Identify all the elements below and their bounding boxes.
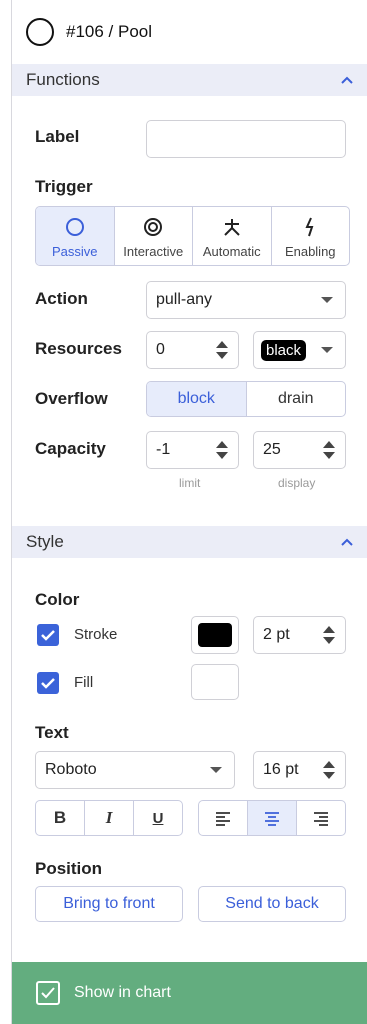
italic-button[interactable]: I	[85, 801, 134, 835]
show-in-chart-label: Show in chart	[74, 984, 171, 1001]
overflow-block-option[interactable]: block	[147, 382, 247, 416]
chevron-up-icon[interactable]	[339, 534, 355, 550]
underline-button[interactable]: U	[134, 801, 182, 835]
color-heading: Color	[35, 590, 80, 609]
capacity-limit-stepper[interactable]: -1	[146, 431, 239, 469]
resource-color-badge: black	[261, 339, 307, 361]
spinner-arrows-icon[interactable]	[323, 761, 335, 779]
fill-label: Fill	[74, 674, 94, 691]
capacity-display-hint: display	[278, 476, 316, 490]
style-section-header[interactable]: Style	[12, 526, 367, 558]
chevron-up-icon[interactable]	[339, 72, 355, 88]
functions-section-header[interactable]: Functions	[12, 64, 367, 96]
stroke-checkbox[interactable]	[37, 624, 59, 646]
send-to-back-button[interactable]: Send to back	[198, 886, 346, 922]
capacity-limit-hint: limit	[179, 476, 201, 490]
stroke-color-swatch[interactable]	[191, 616, 239, 654]
circle-icon	[65, 218, 84, 236]
font-family-value: Roboto	[45, 761, 97, 778]
spinner-arrows-icon[interactable]	[216, 441, 228, 459]
resources-color-select[interactable]: black	[253, 331, 346, 369]
resources-amount-value: 0	[156, 341, 165, 358]
label-input[interactable]	[146, 120, 346, 158]
text-format-group: B I U	[35, 800, 183, 836]
stroke-width-stepper[interactable]: 2 pt	[253, 616, 346, 654]
trigger-interactive-label: Interactive	[123, 244, 184, 259]
resources-amount-stepper[interactable]: 0	[146, 331, 239, 369]
asterisk-icon	[224, 219, 240, 236]
bring-to-front-button[interactable]: Bring to front	[35, 886, 183, 922]
bold-glyph: B	[53, 808, 67, 827]
font-size-value: 16 pt	[263, 761, 299, 778]
resources-label: Resources	[35, 339, 122, 358]
align-right-icon	[314, 812, 328, 826]
spinner-arrows-icon[interactable]	[323, 441, 335, 459]
trigger-passive-button[interactable]: Passive	[36, 207, 115, 265]
align-left-icon	[216, 812, 230, 826]
font-size-stepper[interactable]: 16 pt	[253, 751, 346, 789]
position-heading: Position	[35, 859, 103, 878]
label-field-label: Label	[35, 127, 80, 146]
underline-glyph: U	[152, 809, 164, 827]
capacity-limit-value: -1	[156, 441, 171, 458]
italic-glyph: I	[105, 808, 113, 827]
target-icon	[144, 218, 163, 236]
spinner-arrows-icon[interactable]	[323, 626, 335, 644]
font-family-select[interactable]: Roboto	[35, 751, 235, 789]
trigger-enabling-label: Enabling	[284, 244, 336, 259]
trigger-automatic-label: Automatic	[202, 244, 261, 259]
trigger-passive-label: Passive	[51, 244, 98, 259]
trigger-label: Trigger	[35, 177, 93, 196]
functions-section-label: Functions	[26, 70, 100, 89]
action-label: Action	[35, 289, 88, 308]
checkmark-icon	[41, 630, 55, 641]
checkmark-icon	[41, 678, 55, 689]
dropdown-arrow-icon	[210, 767, 222, 773]
align-center-icon	[265, 812, 279, 826]
spinner-arrows-icon[interactable]	[216, 341, 228, 359]
overflow-toggle: block drain	[146, 381, 346, 417]
capacity-label: Capacity	[35, 439, 106, 458]
stroke-label: Stroke	[74, 626, 118, 643]
align-right-button[interactable]	[297, 801, 345, 835]
lightning-icon	[305, 217, 314, 237]
capacity-display-value: 25	[263, 441, 281, 458]
panel-left-border	[11, 0, 12, 1024]
overflow-drain-option[interactable]: drain	[247, 382, 346, 416]
panel-header: #106 / Pool	[12, 0, 367, 63]
dropdown-arrow-icon	[321, 297, 333, 303]
trigger-automatic-button[interactable]: Automatic	[193, 207, 272, 265]
pool-shape-icon	[26, 17, 54, 46]
bold-button[interactable]: B	[36, 801, 85, 835]
overflow-label: Overflow	[35, 389, 108, 408]
trigger-selector: Passive Interactive Automatic Enabling	[35, 206, 350, 266]
text-align-group	[198, 800, 346, 836]
element-title: #106 / Pool	[66, 21, 153, 41]
checkmark-icon	[41, 987, 55, 999]
trigger-interactive-button[interactable]: Interactive	[115, 207, 193, 265]
show-in-chart-checkbox[interactable]	[36, 981, 60, 1005]
text-heading: Text	[35, 723, 69, 742]
stroke-width-value: 2 pt	[263, 626, 290, 643]
action-value: pull-any	[156, 291, 213, 308]
stroke-color-preview	[198, 623, 232, 647]
action-select[interactable]: pull-any	[146, 281, 346, 319]
style-section-label: Style	[26, 532, 64, 551]
capacity-display-stepper[interactable]: 25	[253, 431, 346, 469]
trigger-enabling-button[interactable]: Enabling	[272, 207, 350, 265]
show-in-chart-bar[interactable]: Show in chart	[12, 962, 367, 1024]
align-left-button[interactable]	[199, 801, 248, 835]
align-center-button[interactable]	[248, 801, 297, 835]
fill-checkbox[interactable]	[37, 672, 59, 694]
dropdown-arrow-icon	[321, 347, 333, 353]
fill-color-swatch[interactable]	[191, 664, 239, 700]
